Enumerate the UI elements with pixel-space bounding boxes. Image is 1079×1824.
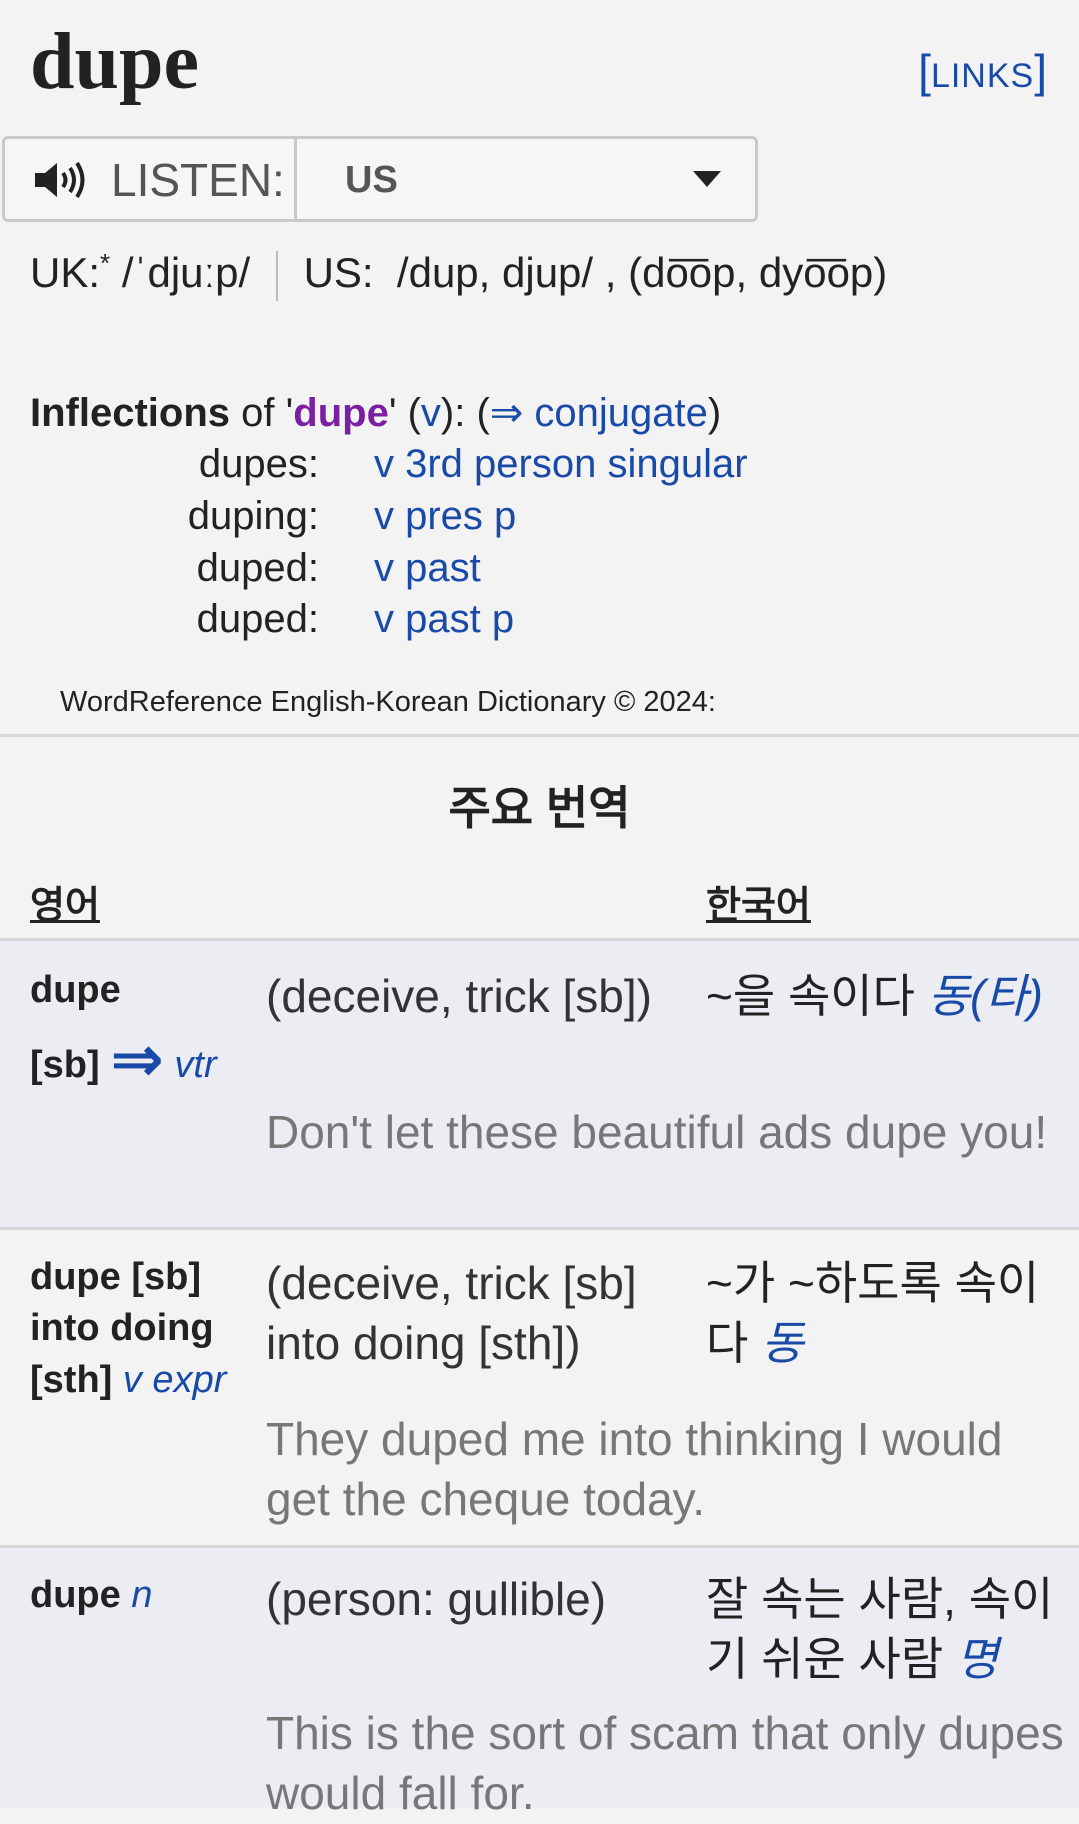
entry-sense: (deceive, trick [sb] into doing [sth]) bbox=[266, 1254, 637, 1374]
inflection-row: duping: v pres p bbox=[0, 494, 1079, 544]
speaker-icon bbox=[35, 161, 85, 199]
inflection-form: duped: bbox=[196, 546, 319, 590]
korean-text: ~을 속이다 bbox=[706, 970, 915, 1022]
links-label: LINKS bbox=[930, 57, 1035, 95]
entry-example: Don't let these beautiful ads dupe you! bbox=[266, 1106, 1048, 1158]
accent-selected-value: US bbox=[345, 159, 398, 201]
uk-ipa: /ˈdjuːp/ bbox=[121, 249, 251, 296]
part-of-speech[interactable]: v expr bbox=[123, 1359, 226, 1401]
korean-text: 기 쉬운 사람 bbox=[706, 1632, 944, 1685]
term-text: dupe bbox=[30, 969, 121, 1011]
korean-text: 다 bbox=[706, 1316, 749, 1369]
translation-entry: dupe [sb] into doing [sth] v expr (decei… bbox=[0, 1230, 1079, 1548]
inflection-form: duped: bbox=[196, 597, 319, 641]
entry-korean: ~을 속이다 동(타) bbox=[706, 967, 1043, 1027]
chevron-down-icon bbox=[693, 171, 721, 187]
korean-pos[interactable]: 동 bbox=[761, 1317, 803, 1369]
entry-korean: ~가 ~하도록 속이 다 동 bbox=[706, 1254, 1039, 1374]
inflections-label: Inflections bbox=[30, 391, 231, 435]
inflection-form: dupes: bbox=[198, 442, 319, 486]
inflections-of: of ' bbox=[241, 391, 294, 435]
term-text: [sb] bbox=[30, 1044, 100, 1087]
korean-pos[interactable]: 동(타) bbox=[928, 970, 1043, 1022]
arrow-icon[interactable]: ⇒ bbox=[110, 1023, 164, 1095]
us-label: US: bbox=[303, 249, 374, 296]
column-header-korean: 한국어 bbox=[706, 885, 811, 927]
pron-divider bbox=[275, 250, 278, 301]
inflection-row: dupes: v 3rd person singular bbox=[0, 442, 1079, 492]
listen-label: LISTEN: bbox=[111, 154, 285, 206]
inflection-desc[interactable]: v past bbox=[374, 546, 481, 591]
uk-marker[interactable]: * bbox=[100, 248, 110, 278]
sense-text: (deceive, trick [sb] bbox=[266, 1257, 637, 1309]
entry-term: dupe [sb] into doing [sth] v expr bbox=[30, 1252, 226, 1406]
entry-term: dupe n bbox=[30, 1570, 152, 1621]
us-ipa: /dup, djup/ , bbox=[396, 249, 617, 296]
entry-example: They duped me into thinking I would get … bbox=[266, 1413, 1003, 1525]
conjugate-link[interactable]: ⇒ conjugate bbox=[490, 391, 708, 435]
entry-example: This is the sort of scam that only dupes… bbox=[266, 1707, 1064, 1819]
entry-sense: (deceive, trick [sb]) bbox=[266, 970, 652, 1022]
copyright-notice: WordReference English-Korean Dictionary … bbox=[60, 686, 716, 718]
divider bbox=[0, 734, 1079, 737]
korean-text: 잘 속는 사람, 속이 bbox=[706, 1573, 1054, 1625]
translation-entry: dupe [sb] ⇒ vtr (deceive, trick [sb]) ~을… bbox=[0, 941, 1079, 1230]
uk-label: UK: bbox=[30, 249, 101, 296]
term-text: dupe [sb] bbox=[30, 1256, 201, 1298]
inflection-desc[interactable]: v past p bbox=[374, 597, 514, 642]
term-text: dupe bbox=[30, 1574, 121, 1616]
korean-pos[interactable]: 명 bbox=[956, 1633, 998, 1685]
section-title: 주요 번역 bbox=[448, 782, 631, 834]
accent-select[interactable]: US bbox=[297, 139, 755, 219]
us-respell: (do͞op, dyo͞op) bbox=[628, 249, 888, 296]
column-header-english: 영어 bbox=[30, 885, 100, 927]
inflections-pos[interactable]: v bbox=[421, 391, 441, 435]
korean-text: ~가 ~하도록 속이 bbox=[706, 1257, 1040, 1309]
entry-korean: 잘 속는 사람, 속이 기 쉬운 사람 명 bbox=[706, 1570, 1053, 1690]
term-text: into doing bbox=[30, 1307, 214, 1350]
inflection-row: duped: v past p bbox=[0, 597, 1079, 647]
term-text: [sth] bbox=[30, 1358, 113, 1401]
headword: dupe bbox=[30, 18, 199, 106]
inflection-form: duping: bbox=[187, 494, 319, 538]
translation-entry: dupe n (person: gullible) 잘 속는 사람, 속이 기 … bbox=[0, 1548, 1079, 1819]
listen-widget: LISTEN: US bbox=[2, 136, 758, 222]
part-of-speech[interactable]: vtr bbox=[174, 1044, 216, 1086]
part-of-speech[interactable]: n bbox=[131, 1574, 152, 1616]
inflection-row: duped: v past bbox=[0, 546, 1079, 596]
sense-text: into doing [sth]) bbox=[266, 1316, 581, 1369]
inflection-desc[interactable]: v pres p bbox=[374, 494, 516, 539]
links-button[interactable]: [LINKS] bbox=[918, 48, 1047, 94]
inflections-word: dupe bbox=[293, 391, 389, 435]
listen-button[interactable]: LISTEN: bbox=[5, 139, 297, 219]
entry-term: dupe [sb] ⇒ vtr bbox=[30, 965, 217, 1103]
inflection-desc[interactable]: v 3rd person singular bbox=[374, 442, 748, 487]
pronunciation-line: UK:* /ˈdjuːp/ US: /dup, djup/ , (do͞op, … bbox=[30, 248, 887, 301]
entry-sense: (person: gullible) bbox=[266, 1573, 607, 1625]
inflections-title: Inflections of 'dupe' (v): (⇒ conjugate) bbox=[30, 391, 722, 435]
